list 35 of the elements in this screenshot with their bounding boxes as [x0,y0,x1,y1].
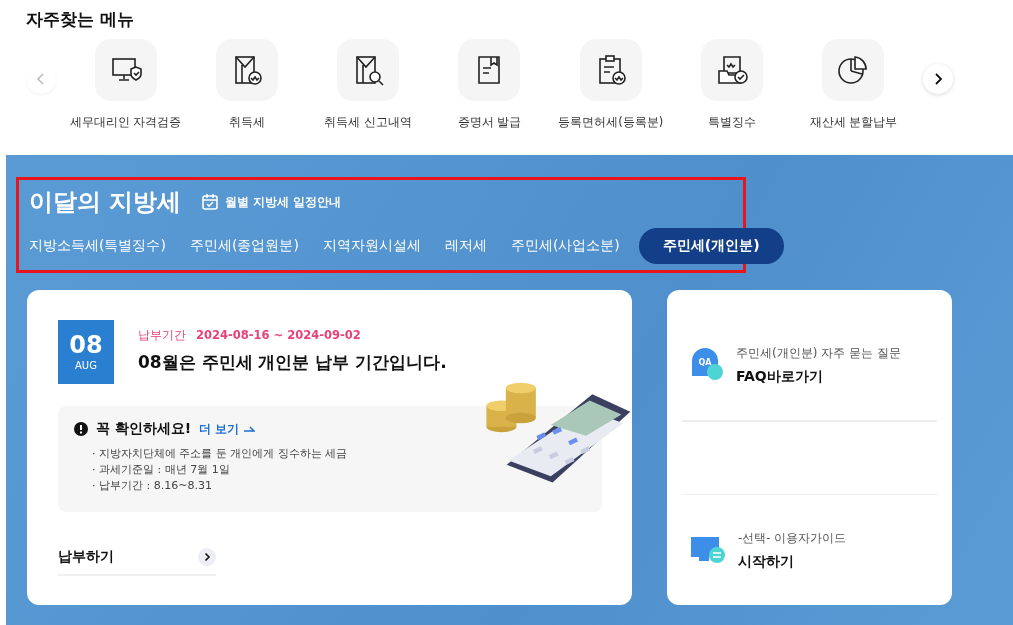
menu-label[interactable]: 재산세 분할납부 [809,115,898,130]
document-icon[interactable] [458,39,521,101]
next-button[interactable] [923,64,953,94]
pay-link[interactable]: 납부하기 [58,548,216,576]
clipboard-won-icon[interactable] [579,39,642,101]
chevron-right-icon [933,73,943,85]
section-title: 이달의 지방세 [29,187,182,218]
notice-title: 꼭 확인하세요! [96,420,192,438]
menu-label[interactable]: 증명서 발급 [457,115,522,130]
tax-tab[interactable]: 주민세(개인분) [638,228,784,264]
tray-check-icon[interactable] [701,39,764,101]
menu-label[interactable]: 등록면허세(등록분) [558,115,664,130]
period-label: 납부기간 [138,328,186,343]
chevron-left-icon [36,73,46,85]
menu-label[interactable]: 세무대리인 자격검증 [69,115,182,130]
envelope-won-icon[interactable] [215,39,278,101]
menu-label[interactable]: 취득세 신고내역 [324,115,412,130]
alert-icon [74,422,88,436]
notice-text: · 과세기준일 : 매년 7월 1일 [92,462,231,478]
monitor-icon [690,535,726,565]
calendar-check-icon [201,193,220,211]
period-dates: 2024-08-16 ~ 2024-09-02 [196,328,361,343]
notice-text: · 납부기간 : 8.16~8.31 [92,478,213,494]
shortcut-link[interactable]: -선택- 이용자가이드 시작하기 [682,494,937,605]
section-title: 자주찾는 메뉴 [26,8,135,31]
envelope-search-icon[interactable] [337,39,400,101]
chevron-right-icon [198,548,216,566]
pie-icon[interactable] [822,39,885,101]
month-badge: 08 AUG [58,320,114,384]
menu-label[interactable]: 취득세 [228,115,265,130]
headline: 08월은 주민세 개인분 납부 기간입니다. [138,351,447,374]
menu-label[interactable]: 특별징수 [708,115,757,130]
monitor-shield-icon[interactable] [94,39,157,101]
notice-text: · 지방자치단체에 주소를 둔 개인에게 징수하는 세금 [92,446,349,462]
more-link[interactable]: 더 보기 [199,420,256,438]
